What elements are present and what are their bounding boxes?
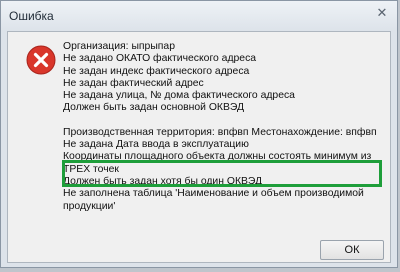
dialog-content: Организация: ыпрыпар Не задано ОКАТО фак…: [7, 31, 391, 263]
highlight-box: [62, 160, 382, 187]
title-bar: Ошибка ✕: [1, 1, 397, 31]
message-line: Не заполнена таблица 'Наименование и объ…: [63, 188, 364, 212]
message-line: Не задана улица, № дома фактического адр…: [63, 90, 295, 102]
message-line: Должен быть задан основной ОКВЭД: [63, 102, 245, 114]
message-line: Производственная территория: впфвп Место…: [63, 126, 377, 138]
message-text: Организация: ыпрыпар Не задано ОКАТО фак…: [63, 41, 385, 213]
close-icon[interactable]: ✕: [375, 7, 389, 21]
message-line: Не задана Дата ввода в эксплуатацию: [63, 139, 249, 151]
message-line: Не задан индекс фактического адреса: [63, 65, 250, 77]
message-line: Не задан фактический адрес: [63, 77, 204, 89]
error-icon: [26, 45, 56, 75]
message-line: Не задано ОКАТО фактического адреса: [63, 53, 257, 65]
window-title: Ошибка: [9, 9, 54, 23]
error-dialog: Ошибка ✕ Организация: ыпрыпар Не задано …: [0, 0, 398, 268]
ok-button[interactable]: ОК: [320, 240, 384, 260]
message-line: Организация: ыпрыпар: [63, 41, 175, 52]
